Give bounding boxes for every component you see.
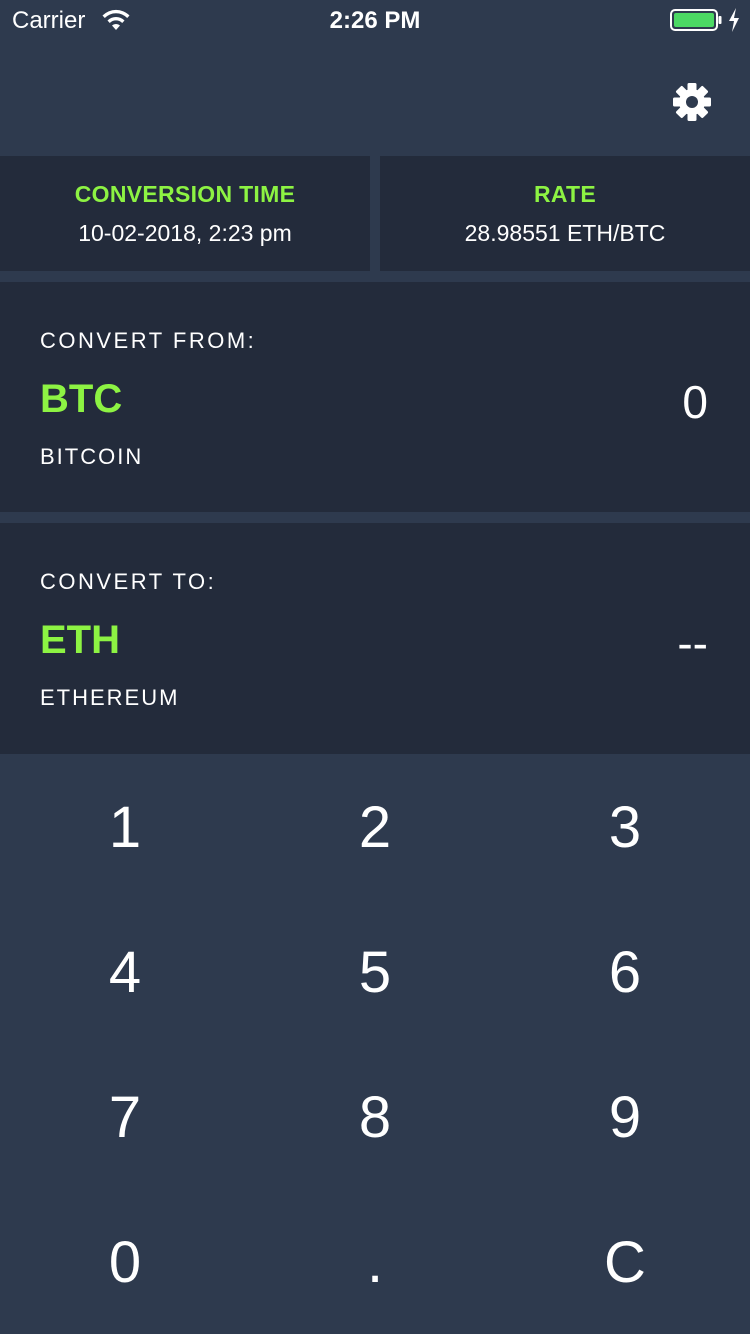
- from-currency-name: BITCOIN: [40, 444, 144, 469]
- charging-bolt-icon: [729, 8, 739, 32]
- key-8[interactable]: 8: [250, 1045, 500, 1190]
- key-decimal[interactable]: .: [250, 1190, 500, 1334]
- convert-from-label: CONVERT FROM:: [40, 328, 257, 353]
- info-row: CONVERSION TIME 10-02-2018, 2:23 pm RATE…: [0, 156, 750, 271]
- convert-from-panel[interactable]: CONVERT FROM: BTC BITCOIN 0: [0, 282, 750, 512]
- key-0[interactable]: 0: [0, 1190, 250, 1334]
- battery-icon: [670, 9, 722, 31]
- status-bar: Carrier 2:26 PM: [0, 0, 750, 40]
- key-clear[interactable]: C: [500, 1190, 750, 1334]
- conversion-time-card: CONVERSION TIME 10-02-2018, 2:23 pm: [0, 156, 370, 271]
- key-7[interactable]: 7: [0, 1045, 250, 1190]
- key-6[interactable]: 6: [500, 900, 750, 1045]
- key-5[interactable]: 5: [250, 900, 500, 1045]
- rate-value: 28.98551 ETH/BTC: [464, 220, 666, 246]
- to-currency-code[interactable]: ETH: [40, 618, 120, 663]
- app-screen: Carrier 2:26 PM CONVERSION TIME 10-02-20…: [0, 0, 750, 1334]
- key-3[interactable]: 3: [500, 755, 750, 900]
- from-amount: 0: [682, 376, 708, 428]
- to-currency-name: ETHEREUM: [40, 685, 180, 710]
- key-1[interactable]: 1: [0, 755, 250, 900]
- rate-label: RATE: [533, 181, 597, 207]
- keypad: 1 2 3 4 5 6 7 8 9 0 . C: [0, 755, 750, 1334]
- key-2[interactable]: 2: [250, 755, 500, 900]
- clock: 2:26 PM: [329, 7, 421, 34]
- convert-to-panel[interactable]: CONVERT TO: ETH ETHEREUM --: [0, 523, 750, 754]
- key-4[interactable]: 4: [0, 900, 250, 1045]
- to-amount: --: [677, 617, 708, 669]
- key-9[interactable]: 9: [500, 1045, 750, 1190]
- conversion-time-label: CONVERSION TIME: [74, 181, 296, 207]
- convert-to-label: CONVERT TO:: [40, 569, 217, 594]
- gear-icon[interactable]: [670, 80, 714, 124]
- from-currency-code[interactable]: BTC: [40, 377, 122, 422]
- rate-card: RATE 28.98551 ETH/BTC: [380, 156, 750, 271]
- conversion-time-value: 10-02-2018, 2:23 pm: [78, 220, 292, 246]
